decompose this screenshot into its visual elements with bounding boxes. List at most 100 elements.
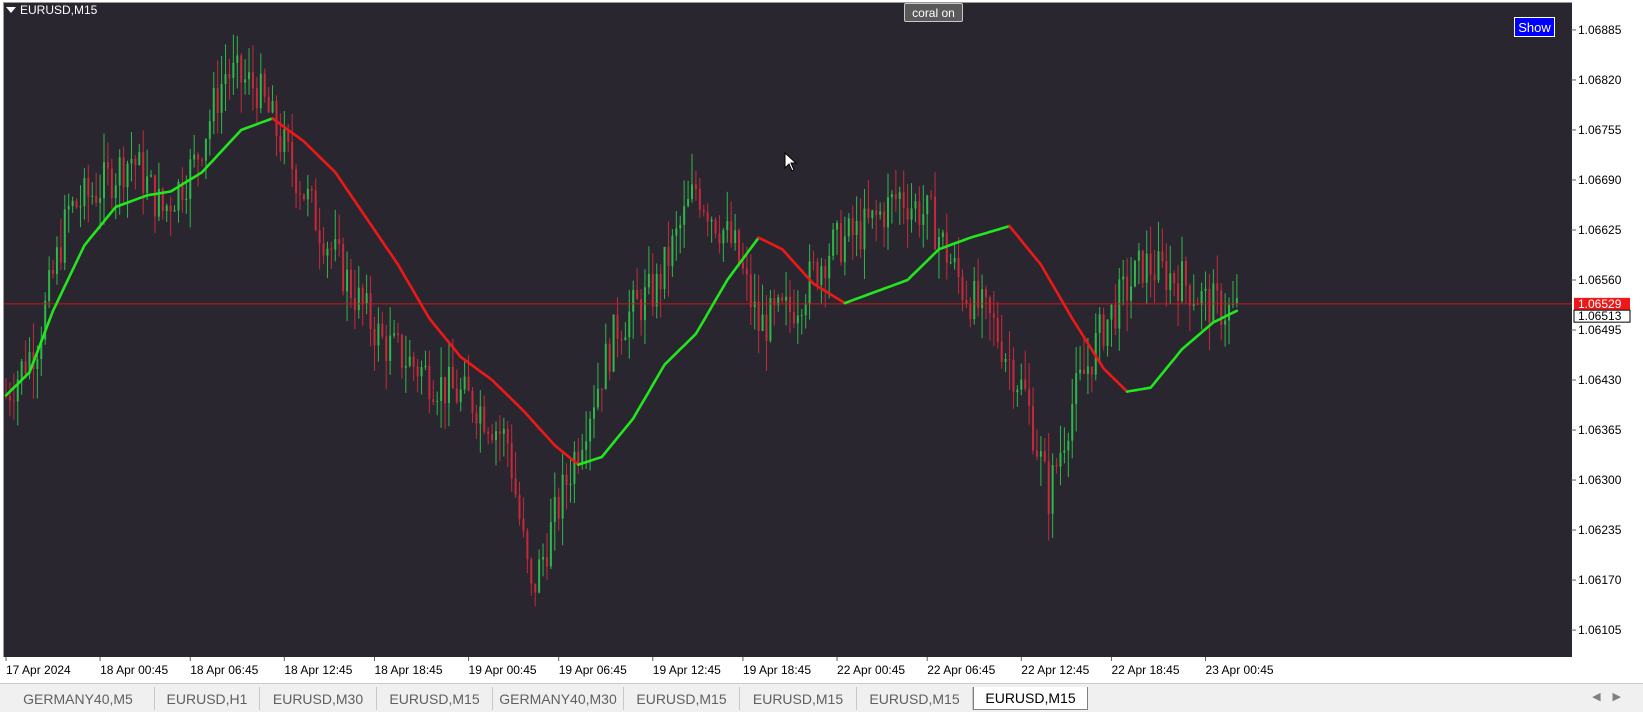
coral-toggle-button[interactable]: coral on	[904, 3, 963, 22]
candle-body	[698, 189, 701, 211]
y-tick-label: 1.06430	[1578, 373, 1622, 387]
candle-body	[255, 88, 258, 109]
candle-body	[647, 273, 650, 288]
show-button[interactable]: Show	[1514, 17, 1555, 37]
candle-body	[130, 158, 133, 164]
candle-body	[314, 190, 317, 231]
candle-body	[530, 559, 533, 584]
candle-body	[996, 317, 999, 342]
candle-body	[342, 244, 345, 292]
candle-body	[714, 219, 717, 234]
price-chart[interactable]: 1.06885 1.06820 1.06755 1.06690 1.06625 1.065…	[0, 0, 1643, 683]
candle-body	[745, 268, 748, 275]
candle-body	[404, 365, 407, 368]
candle-body	[322, 243, 325, 256]
candle-body	[585, 441, 588, 450]
candle-body	[651, 273, 654, 307]
candle-body	[812, 261, 815, 263]
candle-body	[1047, 461, 1050, 514]
candle-body	[146, 176, 149, 194]
candle-body	[910, 208, 913, 220]
tab-eurusd-m15[interactable]: EURUSD,M15	[857, 687, 973, 710]
candle-body	[687, 199, 690, 207]
candle-body	[52, 270, 55, 274]
candle-body	[185, 198, 188, 200]
candle-body	[95, 195, 98, 203]
candle-body	[467, 376, 470, 391]
tab-scroll-arrows[interactable]: ◀▶	[1592, 690, 1633, 703]
x-tick-label: 18 Apr 00:45	[100, 663, 168, 677]
candle-body	[357, 287, 360, 311]
candle-body	[1079, 369, 1082, 374]
candle-body	[836, 222, 839, 230]
candle-body	[616, 314, 619, 339]
scroll-left-icon[interactable]: ◀	[1592, 691, 1612, 703]
candle-body	[36, 359, 39, 370]
candle-body	[1145, 253, 1148, 283]
candle-body	[612, 314, 615, 372]
candle-body	[369, 293, 372, 329]
candle-body	[153, 175, 156, 217]
tab-germany40-m30[interactable]: GERMANY40,M30	[493, 687, 624, 710]
candle-body	[518, 494, 521, 519]
candle-body	[326, 248, 329, 256]
tab-eurusd-m15[interactable]: EURUSD,M15	[624, 687, 740, 710]
candle-body	[565, 474, 568, 485]
candle-body	[1063, 450, 1066, 453]
candle-body	[738, 230, 741, 263]
candle-body	[683, 206, 686, 225]
candle-body	[1067, 440, 1070, 451]
chart-symbol-label[interactable]: EURUSD,M15	[6, 3, 97, 17]
candle-body	[1083, 369, 1085, 374]
chart-window[interactable]: 1.06885 1.06820 1.06755 1.06690 1.06625 1.065…	[0, 0, 1643, 683]
candle-body	[816, 261, 819, 286]
candle-body	[165, 205, 168, 212]
candle-body	[753, 301, 756, 308]
candle-body	[734, 230, 737, 243]
candle-body	[538, 559, 541, 593]
candle-body	[843, 236, 846, 263]
y-tick-label: 1.06495	[1578, 323, 1622, 337]
candle-body	[949, 262, 952, 264]
candle-body	[859, 220, 862, 250]
candle-body	[918, 201, 921, 225]
x-tick-label: 19 Apr 12:45	[653, 663, 721, 677]
candle-body	[1106, 319, 1109, 346]
candle-body	[867, 208, 870, 218]
candle-body	[118, 157, 121, 186]
candle-body	[381, 323, 384, 337]
candle-body	[459, 389, 462, 403]
candle-body	[295, 169, 298, 194]
scroll-right-icon[interactable]: ▶	[1613, 691, 1633, 703]
candle-body	[1133, 260, 1136, 287]
dropdown-triangle-icon[interactable]	[6, 7, 16, 13]
candle-body	[522, 518, 525, 532]
candle-body	[408, 356, 411, 366]
candle-body	[169, 205, 172, 212]
tab-eurusd-m15[interactable]: EURUSD,M15	[377, 687, 493, 710]
tab-germany40-m5[interactable]: GERMANY40,M5	[2, 687, 155, 710]
candle-body	[961, 277, 964, 300]
tab-eurusd-m15[interactable]: EURUSD,M15	[973, 687, 1088, 710]
candle-body	[220, 83, 223, 113]
candle-body	[1035, 450, 1038, 457]
candle-body	[463, 376, 466, 390]
candle-body	[526, 531, 529, 560]
candle-body	[271, 101, 274, 113]
candle-body	[479, 406, 482, 424]
candle-body	[228, 74, 231, 79]
tab-eurusd-h1[interactable]: EURUSD,H1	[155, 687, 260, 710]
candle-body	[142, 152, 145, 194]
candle-body	[871, 210, 874, 218]
candle-body	[1184, 261, 1187, 286]
tab-eurusd-m15[interactable]: EURUSD,M15	[740, 687, 857, 710]
candle-body	[302, 194, 305, 200]
candle-body	[930, 195, 933, 197]
candle-body	[906, 207, 909, 220]
x-tick-label: 22 Apr 06:45	[927, 663, 995, 677]
candle-body	[804, 303, 807, 316]
candle-body	[561, 474, 564, 519]
candle-body	[1181, 261, 1183, 301]
tab-eurusd-m30[interactable]: EURUSD,M30	[260, 687, 377, 710]
candle-body	[671, 235, 674, 267]
